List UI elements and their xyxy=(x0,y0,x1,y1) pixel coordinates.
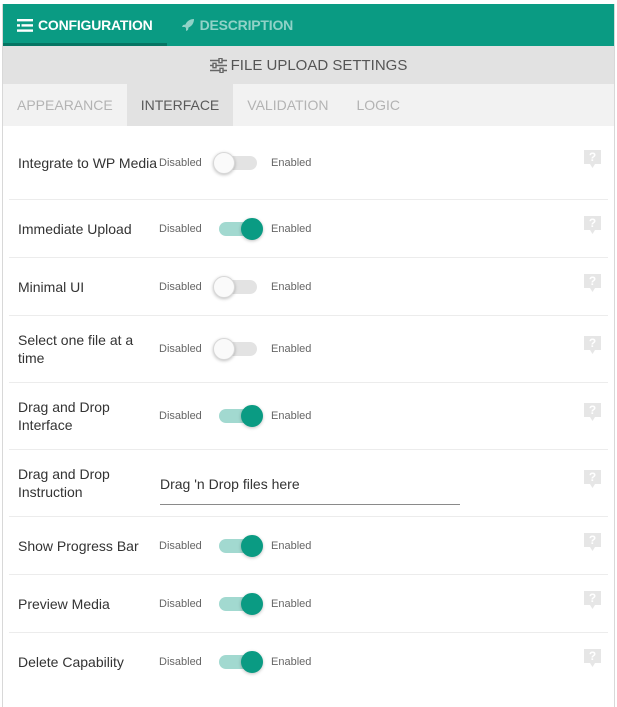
svg-text:?: ? xyxy=(589,150,596,164)
enabled-label: Enabled xyxy=(271,156,312,169)
setting-row: Delete Capability Disabled Enabled ? xyxy=(9,633,608,691)
delete-capability-toggle[interactable] xyxy=(219,651,263,673)
disabled-label: Disabled xyxy=(159,539,202,552)
setting-row: Minimal UI Disabled Enabled ? xyxy=(9,258,608,316)
subtab-appearance[interactable]: APPEARANCE xyxy=(3,84,127,126)
setting-row: Drag and Drop Instruction ? xyxy=(9,450,608,517)
help-icon[interactable]: ? xyxy=(583,469,602,489)
tab-description[interactable]: DESCRIPTION xyxy=(167,4,307,46)
toggle-group: Disabled Enabled xyxy=(159,651,312,673)
setting-label: Drag and Drop Interface xyxy=(18,399,110,433)
rocket-icon xyxy=(181,18,195,32)
section-header: FILE UPLOAD SETTINGS xyxy=(3,46,614,84)
setting-label: Select one file at a time xyxy=(18,332,134,366)
select-one-file-toggle[interactable] xyxy=(213,338,257,360)
toggle-group: Disabled Enabled xyxy=(159,275,312,298)
help-icon[interactable]: ? xyxy=(583,215,602,235)
settings-panel: CONFIGURATION DESCRIPTION FILE UPLOAD SE… xyxy=(2,4,615,707)
toggle-knob xyxy=(241,592,263,615)
toggle-knob xyxy=(241,405,263,427)
help-icon[interactable]: ? xyxy=(583,590,602,610)
svg-text:?: ? xyxy=(589,649,596,663)
setting-row: Immediate Upload Disabled Enabled ? xyxy=(9,200,608,258)
toggle-group: Disabled Enabled xyxy=(159,592,312,615)
toggle-knob xyxy=(213,151,235,174)
integrate-wp-media-toggle[interactable] xyxy=(213,151,257,174)
subtab-interface[interactable]: INTERFACE xyxy=(126,84,234,126)
enabled-label: Enabled xyxy=(271,597,312,610)
toggle-knob xyxy=(241,534,263,557)
setting-label: Immediate Upload xyxy=(18,220,132,237)
enabled-label: Enabled xyxy=(271,343,312,355)
toggle-group: Disabled Enabled xyxy=(159,534,312,557)
svg-text:?: ? xyxy=(589,274,596,288)
enabled-label: Enabled xyxy=(271,222,312,235)
svg-text:?: ? xyxy=(589,533,596,547)
show-progress-bar-toggle[interactable] xyxy=(219,534,263,557)
setting-label: Delete Capability xyxy=(18,654,124,670)
svg-text:?: ? xyxy=(589,591,596,605)
disabled-label: Disabled xyxy=(159,597,202,610)
subtab-logic[interactable]: LOGIC xyxy=(342,84,414,126)
help-icon[interactable]: ? xyxy=(583,149,602,169)
tab-description-label: DESCRIPTION xyxy=(199,17,294,33)
immediate-upload-toggle[interactable] xyxy=(219,217,263,240)
toggle-knob xyxy=(241,217,263,240)
disabled-label: Disabled xyxy=(159,156,202,169)
setting-row: Drag and Drop Interface Disabled Enabled… xyxy=(9,383,608,450)
svg-text:?: ? xyxy=(589,470,596,484)
tab-configuration[interactable]: CONFIGURATION xyxy=(3,4,167,46)
svg-text:?: ? xyxy=(589,403,596,417)
setting-label: Minimal UI xyxy=(18,278,85,295)
tab-configuration-label: CONFIGURATION xyxy=(38,17,153,33)
help-icon[interactable]: ? xyxy=(583,402,602,422)
disabled-label: Disabled xyxy=(159,222,202,235)
sliders-icon xyxy=(209,57,227,73)
help-icon[interactable]: ? xyxy=(583,648,602,668)
drag-drop-instruction-field[interactable] xyxy=(160,462,460,505)
help-icon[interactable]: ? xyxy=(583,335,602,355)
subtab-validation[interactable]: VALIDATION xyxy=(233,84,342,126)
enabled-label: Enabled xyxy=(271,280,312,293)
disabled-label: Disabled xyxy=(159,343,202,355)
toggle-knob xyxy=(213,338,235,360)
sub-tabs: APPEARANCE INTERFACE VALIDATION LOGIC xyxy=(3,84,614,126)
disabled-label: Disabled xyxy=(159,656,202,668)
section-title: FILE UPLOAD SETTINGS xyxy=(230,56,408,74)
enabled-label: Enabled xyxy=(271,539,312,552)
toggle-group: Disabled Enabled xyxy=(159,151,312,174)
toggle-knob xyxy=(241,651,263,673)
minimal-ui-toggle[interactable] xyxy=(213,275,257,298)
disabled-label: Disabled xyxy=(159,410,202,422)
toggle-group: Disabled Enabled xyxy=(159,405,312,427)
setting-row: Select one file at a time Disabled Enabl… xyxy=(9,316,608,383)
setting-label: Show Progress Bar xyxy=(18,537,139,554)
disabled-label: Disabled xyxy=(159,280,202,293)
help-icon[interactable]: ? xyxy=(583,532,602,552)
enabled-label: Enabled xyxy=(271,656,312,668)
svg-text:?: ? xyxy=(589,216,596,230)
top-tabs: CONFIGURATION DESCRIPTION xyxy=(3,4,614,46)
enabled-label: Enabled xyxy=(271,410,312,422)
setting-label: Integrate to WP Media xyxy=(18,154,158,171)
toggle-group: Disabled Enabled xyxy=(159,338,312,360)
drag-drop-interface-toggle[interactable] xyxy=(219,405,263,427)
help-icon[interactable]: ? xyxy=(583,273,602,293)
setting-row: Show Progress Bar Disabled Enabled ? xyxy=(9,517,608,575)
preview-media-toggle[interactable] xyxy=(219,592,263,615)
setting-label: Drag and Drop Instruction xyxy=(18,466,110,500)
setting-label: Preview Media xyxy=(18,595,110,612)
list-icon xyxy=(17,18,33,32)
settings-list: Integrate to WP Media Disabled Enabled ?… xyxy=(3,126,614,691)
drag-drop-instruction-input[interactable] xyxy=(160,475,460,492)
setting-row: Preview Media Disabled Enabled ? xyxy=(9,575,608,633)
setting-row: Integrate to WP Media Disabled Enabled ? xyxy=(9,126,608,200)
svg-text:?: ? xyxy=(589,336,596,350)
toggle-knob xyxy=(213,275,235,298)
toggle-group: Disabled Enabled xyxy=(159,217,312,240)
